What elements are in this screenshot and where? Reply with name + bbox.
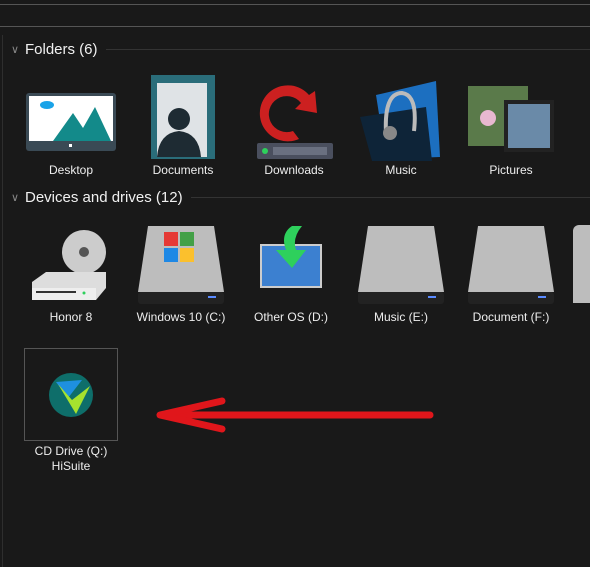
folder-label: Documents: [152, 163, 214, 177]
music-folder-icon: [360, 81, 440, 161]
folder-documents[interactable]: Documents: [135, 73, 231, 178]
other-os-drive-icon: [260, 226, 322, 288]
folder-pictures[interactable]: Pictures: [463, 73, 559, 178]
drive-c[interactable]: Windows 10 (C:): [133, 220, 229, 325]
pictures-icon: [468, 86, 554, 152]
drive-e[interactable]: Music (E:): [353, 220, 449, 325]
folder-label: Pictures: [489, 163, 533, 177]
folders-title: Folders (6): [25, 41, 98, 58]
drive-d[interactable]: Other OS (D:): [243, 220, 339, 325]
divider: [105, 49, 590, 50]
folder-music[interactable]: Music: [353, 73, 449, 178]
folder-downloads[interactable]: Downloads: [246, 73, 342, 178]
documents-icon: [151, 75, 215, 159]
folders-group-header[interactable]: ∨ Folders (6): [11, 41, 590, 58]
toolbar-border: [0, 4, 590, 5]
selected-highlight: [24, 348, 118, 441]
windows-drive-icon: [138, 226, 224, 304]
drive-label: Windows 10 (C:): [136, 310, 226, 324]
desktop-icon: [26, 93, 116, 151]
file-explorer-pane: ∨ Folders (6) Desktop Documents Download…: [2, 35, 590, 567]
hisuite-icon: [49, 372, 93, 417]
drive-f[interactable]: Document (F:): [463, 220, 559, 325]
partially-visible-drive[interactable]: [573, 225, 590, 303]
folder-label: Music: [385, 163, 417, 177]
drive-label-line2: HiSuite: [51, 459, 91, 473]
folder-desktop[interactable]: Desktop: [23, 73, 119, 178]
drives-title: Devices and drives (12): [25, 189, 183, 206]
chevron-down-icon[interactable]: ∨: [11, 43, 25, 56]
drives-group-header[interactable]: ∨ Devices and drives (12): [11, 189, 590, 206]
drive-label: Honor 8: [49, 310, 93, 324]
address-bar-border: [0, 26, 590, 27]
red-arrow-annotation: [156, 397, 434, 433]
folder-label: Desktop: [48, 163, 94, 177]
downloads-icon: [257, 85, 333, 159]
hard-drive-icon: [358, 226, 444, 304]
hard-drive-icon: [468, 226, 554, 304]
drive-label-line1: CD Drive (Q:): [34, 444, 108, 458]
drive-q-hisuite[interactable]: CD Drive (Q:) HiSuite: [23, 348, 119, 474]
folder-label: Downloads: [264, 163, 324, 177]
cd-drive-icon: [32, 230, 106, 300]
drive-honor-8[interactable]: Honor 8: [23, 220, 119, 325]
drive-label: Other OS (D:): [253, 310, 328, 324]
chevron-down-icon[interactable]: ∨: [11, 191, 25, 204]
drive-label: Document (F:): [472, 310, 550, 324]
drive-label: Music (E:): [374, 310, 428, 324]
divider: [190, 197, 590, 198]
